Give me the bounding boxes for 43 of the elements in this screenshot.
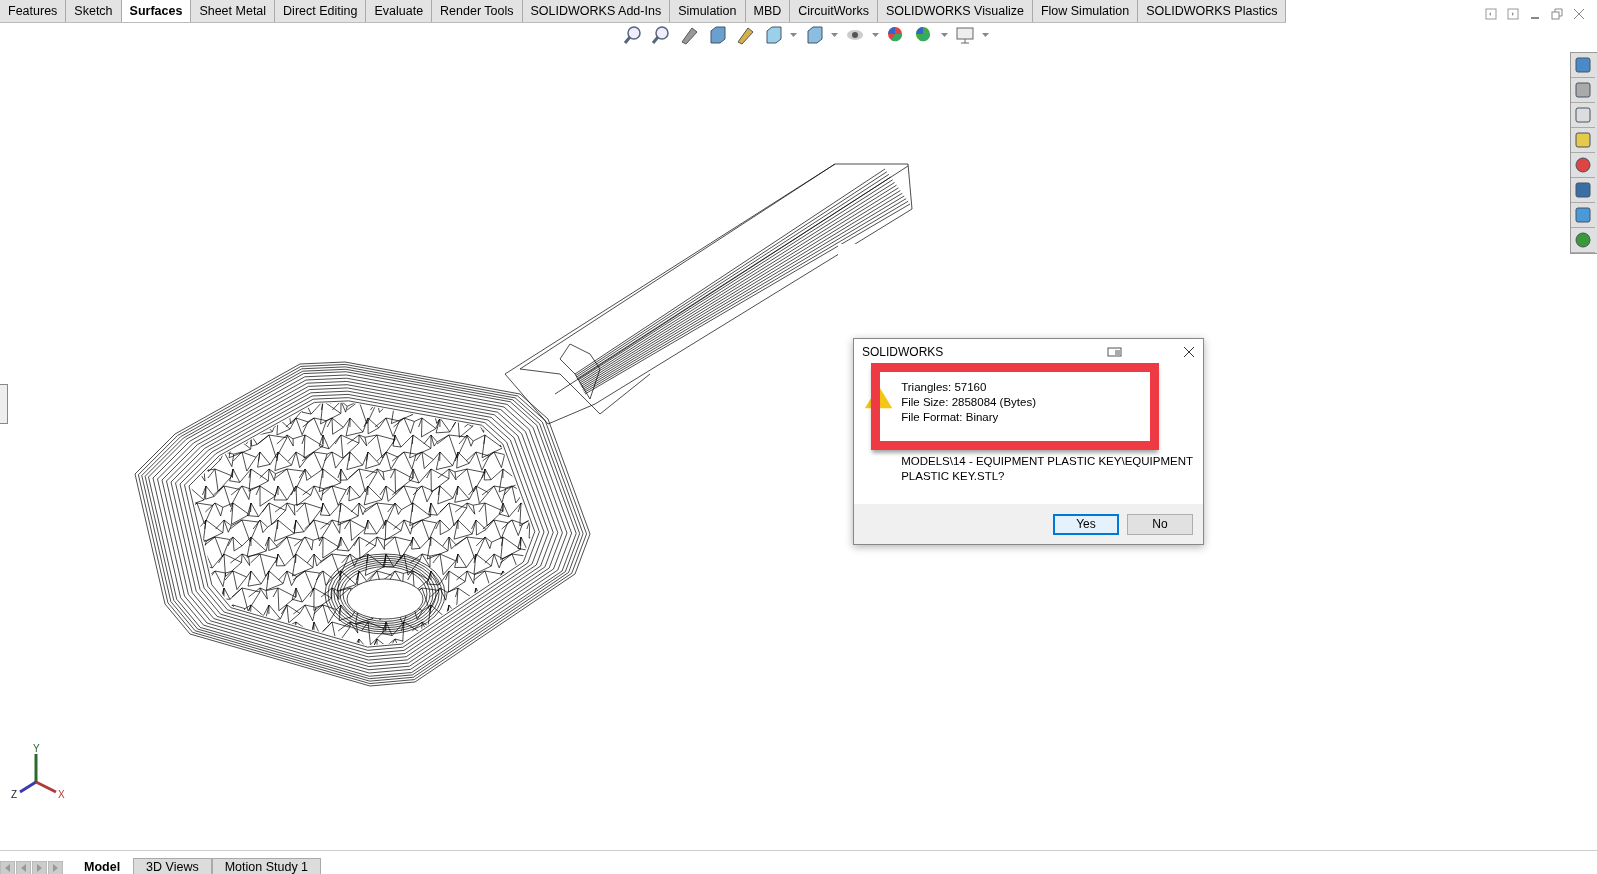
scroll-prev-icon[interactable]	[16, 861, 31, 874]
ribbon-tab[interactable]: Sheet Metal	[191, 0, 276, 22]
ribbon-tab[interactable]: SOLIDWORKS Plastics	[1138, 0, 1287, 22]
ribbon-tab[interactable]: Sketch	[66, 0, 122, 22]
window-icon[interactable]	[1107, 346, 1123, 358]
panel-right-icon[interactable]	[1507, 8, 1519, 20]
dialog-button[interactable]: No	[1127, 513, 1193, 535]
restore-icon[interactable]	[1551, 8, 1563, 20]
question-line: MODELS\14 - EQUIPMENT PLASTIC KEY\EQUIPMENT	[901, 454, 1193, 469]
close-icon[interactable]	[1183, 346, 1195, 358]
ribbon-tab[interactable]: SOLIDWORKS Add-Ins	[522, 0, 671, 22]
question-line: PLASTIC KEY.STL?	[901, 469, 1006, 484]
caret-icon[interactable]	[790, 32, 797, 38]
info-line: File Format: Binary	[901, 410, 1000, 425]
ribbon-tab[interactable]: Surfaces	[121, 0, 192, 22]
info-line: Triangles: 57160	[901, 380, 988, 395]
monitor-icon[interactable]	[954, 24, 976, 46]
ribbon-tab[interactable]: CircuitWorks	[790, 0, 878, 22]
caret-icon[interactable]	[872, 32, 879, 38]
ribbon-tab[interactable]: MBD	[745, 0, 791, 22]
ribbon-tab[interactable]: Flow Simulation	[1032, 0, 1139, 22]
ribbon-tab[interactable]: Features	[0, 0, 67, 22]
ribbon-tab[interactable]: Simulation	[670, 0, 746, 22]
panel-left-icon[interactable]	[1485, 8, 1497, 20]
ribbon-tab[interactable]: Render Tools	[432, 0, 523, 22]
bottom-tab[interactable]: Motion Study 1	[211, 858, 322, 874]
caret-icon[interactable]	[941, 32, 948, 38]
info-line: File Size: 2858084 (Bytes)	[901, 395, 1038, 410]
caret-icon[interactable]	[982, 32, 989, 38]
side-panel-tab[interactable]	[0, 384, 8, 424]
zoom-area-icon[interactable]	[650, 24, 672, 46]
axis-triad-drawing: Y Z X	[8, 744, 68, 804]
bottom-tab[interactable]: 3D Views	[133, 858, 212, 874]
ribbon-tab[interactable]: Direct Editing	[275, 0, 367, 22]
scroll-first-icon[interactable]	[0, 861, 15, 874]
ribbon-tab[interactable]: SOLIDWORKS Visualize	[877, 0, 1033, 22]
scroll-last-icon[interactable]	[48, 861, 63, 874]
zoom-fit-icon[interactable]	[622, 24, 644, 46]
dialog-button[interactable]: Yes	[1053, 513, 1119, 535]
caret-icon[interactable]	[831, 32, 838, 38]
dialog-title: SOLIDWORKS	[862, 345, 944, 359]
ribbon-tab[interactable]: Evaluate	[366, 0, 433, 22]
scroll-next-icon[interactable]	[32, 861, 47, 874]
